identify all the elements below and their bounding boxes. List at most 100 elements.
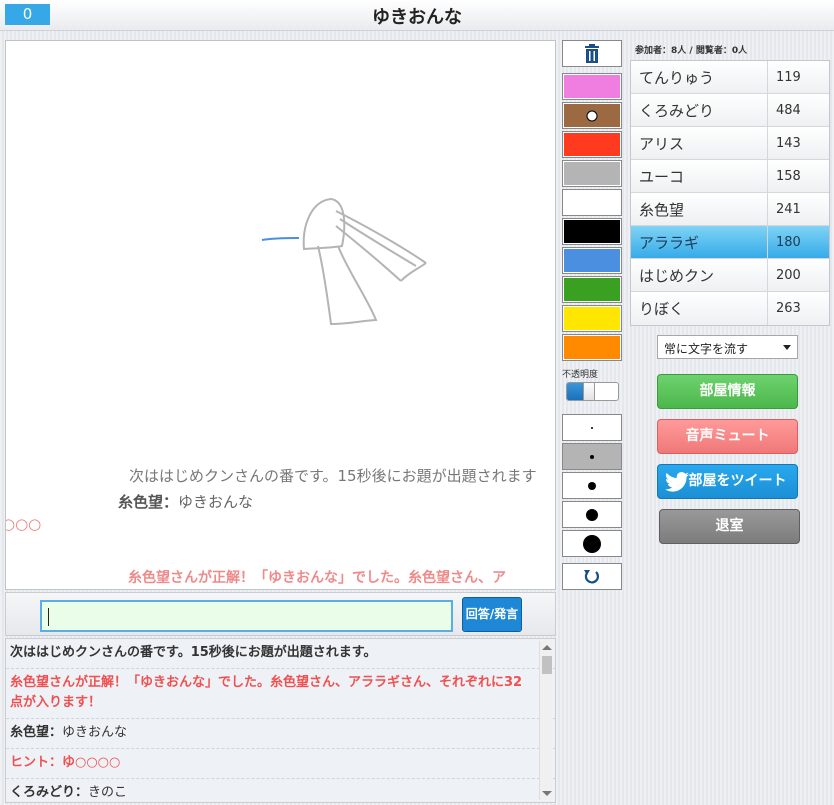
score-row: りぼく 263 [631, 292, 829, 325]
drawing-canvas[interactable]: 次ははじめクンさんの番です。15秒後にお題が出題されます 糸色望：ゆきおんな ○… [5, 40, 556, 590]
flow-message: 糸色望：ゆきおんな [118, 491, 253, 512]
swatch-fill [564, 249, 620, 272]
brush-size-1[interactable] [562, 414, 622, 441]
brush-size-2[interactable] [562, 443, 622, 470]
flow-mode-select[interactable]: 常に文字を流す [657, 335, 798, 359]
chat-text: ゆきおんな [62, 725, 128, 740]
chat-user: くろみどり [10, 785, 76, 800]
answer-bar: 回答/発言 [5, 592, 556, 636]
swatch-fill [564, 336, 620, 359]
score-row: てんりゅう 119 [631, 61, 829, 94]
undo-icon [584, 570, 599, 584]
flow-mode-value: 常に文字を流す [664, 342, 749, 356]
player-name: アリス [639, 135, 685, 153]
player-name: はじめクン [639, 267, 715, 285]
color-swatch-black[interactable] [562, 218, 622, 245]
swatch-fill [564, 133, 620, 156]
player-name: 糸色望 [639, 201, 685, 219]
chat-user: 糸色望 [10, 725, 50, 740]
brush-dot-icon [586, 508, 598, 521]
flow-separator: ： [163, 493, 179, 511]
player-score: 200 [767, 259, 830, 292]
player-score: 263 [767, 292, 830, 325]
color-swatch-pink[interactable] [562, 73, 622, 100]
submit-button[interactable]: 回答/発言 [462, 597, 522, 632]
score-row-current-drawer: アララギ 180 [631, 226, 829, 259]
swatch-fill [564, 307, 620, 330]
mute-button[interactable]: 音声ミュート [657, 419, 798, 454]
brush-size-3[interactable] [562, 472, 622, 499]
player-score: 143 [767, 127, 830, 160]
swatch-fill [564, 75, 620, 98]
scroll-down-icon[interactable] [542, 791, 552, 796]
chat-line: 次ははじめクンさんの番です。15秒後にお題が出題されます。 [6, 639, 555, 669]
player-name: くろみどり [639, 102, 715, 120]
brush-size-5[interactable] [562, 530, 622, 557]
scroll-thumb[interactable] [542, 656, 552, 674]
chat-text: きのこ [88, 785, 128, 800]
scoreboard: てんりゅう 119 くろみどり 484 アリス 143 ユーコ 158 糸色望 … [630, 60, 830, 326]
score-row: はじめクン 200 [631, 259, 829, 292]
color-swatch-brown[interactable] [562, 102, 622, 129]
opacity-label: 不透明度 [562, 370, 599, 380]
trash-icon [585, 44, 599, 63]
player-score: 119 [767, 61, 830, 94]
chat-line: ヒント：ゆ○○○○ [6, 749, 555, 779]
opacity-slider[interactable] [566, 382, 619, 401]
player-name: ユーコ [639, 168, 685, 186]
room-info-button[interactable]: 部屋情報 [657, 374, 798, 409]
twitter-bird-icon [665, 472, 689, 492]
player-score: 158 [767, 160, 830, 193]
chat-line: くろみどり：きのこ [6, 779, 555, 802]
chat-text: 次ははじめクンさんの番です。15秒後にお題が出題されます。 [10, 645, 377, 660]
color-swatch-green[interactable] [562, 276, 622, 303]
exit-button[interactable]: 退室 [659, 509, 800, 544]
swatch-fill [564, 162, 620, 185]
page-title: ゆきおんな [372, 7, 462, 28]
scroll-up-icon[interactable] [542, 645, 552, 650]
clear-button[interactable] [562, 40, 622, 67]
color-swatch-gray[interactable] [562, 160, 622, 187]
color-swatch-white[interactable] [562, 189, 622, 216]
text-caret [48, 608, 49, 626]
chat-scrollbar[interactable] [539, 641, 553, 800]
brush-size-4[interactable] [562, 501, 622, 528]
flow-text: ゆきおんな [178, 493, 254, 511]
score-row: 糸色望 241 [631, 193, 829, 226]
brush-dot-icon [591, 426, 593, 429]
tweet-button[interactable]: 部屋をツイート [657, 464, 798, 499]
brush-dot-icon [590, 454, 594, 459]
chat-text: 糸色望さんが正解！「ゆきおんな」でした。糸色望さん、アララギさん、それぞれに32… [10, 675, 523, 710]
player-score: 241 [767, 193, 830, 226]
drawing-strokes [261, 197, 427, 326]
top-bar: 0 ゆきおんな [0, 0, 834, 31]
participants-count: 参加者：8人 / 閲覧者：0人 [635, 46, 748, 56]
chat-line: 糸色望さんが正解！「ゆきおんな」でした。糸色望さん、アララギさん、それぞれに32… [6, 669, 555, 719]
flow-message: 次ははじめクンさんの番です。15秒後にお題が出題されます [129, 467, 537, 485]
flow-message: ○○○ [5, 515, 42, 533]
color-swatch-blue[interactable] [562, 247, 622, 274]
chat-log[interactable]: 次ははじめクンさんの番です。15秒後にお題が出題されます。 糸色望さんが正解！「… [5, 638, 556, 803]
opacity-knob[interactable] [583, 383, 595, 400]
color-swatch-orange[interactable] [562, 334, 622, 361]
player-score: 484 [767, 94, 830, 127]
color-swatch-yellow[interactable] [562, 305, 622, 332]
player-score: 180 [767, 226, 830, 259]
swatch-fill [564, 220, 620, 243]
player-name: アララギ [639, 234, 700, 252]
chat-separator: ： [49, 725, 63, 740]
score-row: アリス 143 [631, 127, 829, 160]
selected-indicator-icon [586, 110, 598, 121]
chat-text: ヒント：ゆ○○○○ [10, 755, 121, 770]
swatch-fill [564, 278, 620, 301]
color-swatch-red[interactable] [562, 131, 622, 158]
answer-input[interactable] [40, 600, 453, 632]
chat-separator: ： [75, 785, 89, 800]
player-name: てんりゅう [639, 69, 715, 87]
tweet-label: 部屋をツイート [688, 473, 787, 489]
flow-user: 糸色望 [118, 493, 164, 511]
brush-dot-icon [588, 481, 596, 490]
chevron-down-icon [783, 345, 791, 350]
score-row: くろみどり 484 [631, 94, 829, 127]
undo-button[interactable] [562, 563, 622, 590]
